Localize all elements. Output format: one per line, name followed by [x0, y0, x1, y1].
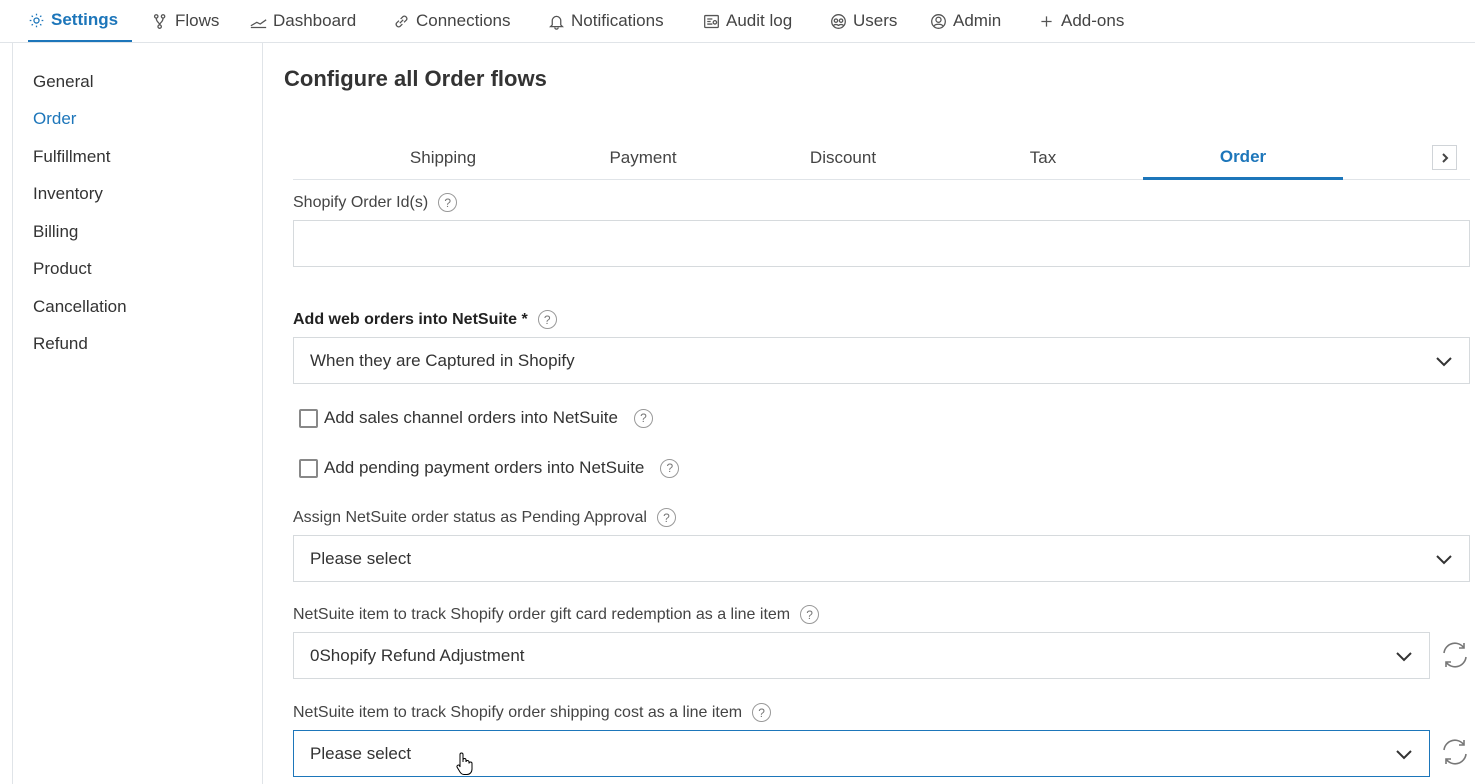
refresh-icon [1443, 739, 1467, 765]
web-orders-label-row: Add web orders into NetSuite * ? [293, 310, 557, 329]
sidebar-item-order[interactable]: Order [33, 109, 76, 129]
page-title: Configure all Order flows [284, 66, 547, 91]
help-icon[interactable]: ? [633, 408, 653, 428]
nav-users[interactable]: Users [830, 0, 897, 42]
users-icon [831, 13, 846, 29]
link-icon [395, 15, 408, 27]
refresh-shipping-cost-button[interactable] [1440, 737, 1470, 767]
pending-approval-label: Assign NetSuite order status as Pending … [293, 508, 647, 526]
tab-order[interactable]: Order [1143, 136, 1343, 180]
dashboard-icon [250, 18, 267, 28]
help-icon[interactable]: ? [438, 193, 458, 212]
settings-sidebar: General Order Fulfillment Inventory Bill… [13, 43, 263, 784]
sidebar-item-inventory[interactable]: Inventory [33, 184, 103, 204]
tabs-next-button[interactable] [1432, 145, 1457, 170]
chevron-down-icon [1435, 353, 1453, 367]
refresh-icon [1443, 642, 1467, 668]
help-icon[interactable]: ? [656, 508, 676, 527]
sidebar-item-refund[interactable]: Refund [33, 334, 88, 354]
pending-payment-checkbox[interactable] [299, 458, 318, 478]
nav-notifications-label: Notifications [571, 11, 664, 30]
order-ids-label: Shopify Order Id(s) [293, 193, 429, 211]
chevron-down-icon [1395, 746, 1413, 760]
nav-add-ons[interactable]: Add-ons [1038, 0, 1124, 42]
pending-payment-label: Add pending payment orders into NetSuite [324, 458, 645, 477]
gear-icon [29, 13, 44, 27]
order-ids-label-row: Shopify Order Id(s) ? [293, 193, 458, 212]
nav-admin-label: Admin [953, 11, 1002, 30]
bell-icon [549, 15, 564, 30]
web-orders-value: When they are Captured in Shopify [310, 350, 575, 370]
sidebar-item-billing[interactable]: Billing [33, 222, 78, 242]
sales-channel-label: Add sales channel orders into NetSuite [324, 408, 618, 427]
gift-card-value: 0Shopify Refund Adjustment [310, 645, 525, 665]
web-orders-select[interactable]: When they are Captured in Shopify [293, 337, 1470, 384]
gift-card-label: NetSuite item to track Shopify order gif… [293, 605, 791, 623]
nav-settings-label: Settings [51, 10, 119, 29]
help-icon[interactable]: ? [800, 605, 820, 624]
web-orders-label: Add web orders into NetSuite * [293, 310, 528, 328]
admin-icon [931, 13, 946, 29]
hand-cursor-icon [455, 752, 473, 776]
help-icon[interactable]: ? [537, 310, 557, 329]
nav-admin[interactable]: Admin [930, 0, 1001, 42]
shipping-cost-value: Please select [310, 743, 412, 763]
pending-approval-value: Please select [310, 548, 412, 568]
audit-icon [704, 14, 719, 28]
plus-icon [1041, 15, 1052, 27]
gift-card-label-row: NetSuite item to track Shopify order gif… [293, 605, 820, 624]
refresh-gift-card-button[interactable] [1440, 640, 1470, 670]
shipping-cost-label-row: NetSuite item to track Shopify order shi… [293, 703, 772, 722]
nav-connections-label: Connections [416, 11, 511, 30]
shipping-cost-label: NetSuite item to track Shopify order shi… [293, 703, 743, 721]
sidebar-item-general[interactable]: General [33, 72, 93, 92]
nav-audit-log[interactable]: Audit log [703, 0, 792, 42]
sidebar-item-cancellation[interactable]: Cancellation [33, 297, 127, 317]
nav-flows[interactable]: Flows [152, 0, 219, 42]
tab-payment[interactable]: Payment [543, 136, 743, 180]
order-ids-input[interactable] [293, 220, 1470, 267]
nav-flows-label: Flows [175, 11, 220, 30]
nav-dashboard-label: Dashboard [273, 11, 357, 30]
nav-dashboard[interactable]: Dashboard [250, 0, 356, 42]
gift-card-select[interactable]: 0Shopify Refund Adjustment [293, 632, 1430, 679]
flow-icon [153, 13, 166, 29]
nav-settings[interactable]: Settings [28, 0, 133, 42]
nav-users-label: Users [853, 11, 898, 30]
help-icon[interactable]: ? [660, 458, 680, 478]
help-icon[interactable]: ? [752, 703, 772, 722]
top-nav: Settings Flows Dashboard Connections Not… [0, 0, 1475, 43]
tab-shipping[interactable]: Shipping [343, 136, 543, 180]
sales-channel-checkbox[interactable] [299, 408, 318, 428]
sales-channel-checkbox-row: Add sales channel orders into NetSuite ? [299, 408, 653, 428]
chevron-right-icon [1441, 152, 1448, 163]
sidebar-item-fulfillment[interactable]: Fulfillment [33, 147, 110, 167]
pending-payment-checkbox-row: Add pending payment orders into NetSuite… [299, 458, 680, 478]
nav-connections[interactable]: Connections [393, 0, 511, 42]
chevron-down-icon [1435, 551, 1453, 565]
pending-approval-select[interactable]: Please select [293, 535, 1470, 582]
nav-audit-log-label: Audit log [726, 11, 793, 30]
sidebar-item-product[interactable]: Product [33, 259, 92, 279]
pending-approval-label-row: Assign NetSuite order status as Pending … [293, 508, 676, 527]
nav-notifications[interactable]: Notifications [548, 0, 664, 42]
tab-tax[interactable]: Tax [943, 136, 1143, 180]
flow-tabs: Shipping Payment Discount Tax Order [293, 136, 1470, 180]
tab-discount[interactable]: Discount [743, 136, 943, 180]
chevron-down-icon [1395, 648, 1413, 662]
nav-add-ons-label: Add-ons [1061, 11, 1125, 30]
